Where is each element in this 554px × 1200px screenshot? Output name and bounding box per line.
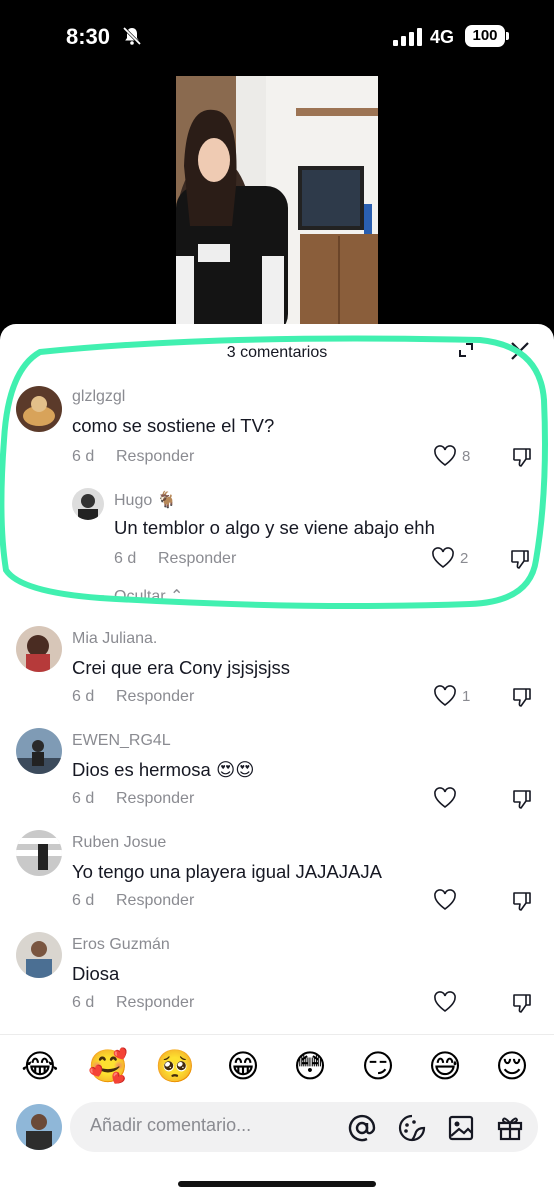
- emoji-button[interactable]: 😁: [223, 1046, 263, 1086]
- like-heart-icon[interactable]: [433, 787, 457, 809]
- comments-sheet: 3 comentarios glzlgzgl como se sostiene …: [0, 324, 554, 1200]
- reply-button[interactable]: Responder: [116, 994, 194, 1012]
- avatar[interactable]: [72, 488, 104, 520]
- comment-text: Un temblor o algo y se viene abajo ehh: [114, 517, 435, 538]
- chevron-up-icon: ⌃: [170, 588, 184, 605]
- emoji-button[interactable]: 😌: [492, 1046, 532, 1086]
- reply-button[interactable]: Responder: [116, 892, 194, 910]
- emoji-button[interactable]: 🥰: [88, 1046, 128, 1086]
- comment-input-box[interactable]: [70, 1102, 538, 1152]
- hide-replies-label: Ocultar: [114, 588, 166, 605]
- dislike-icon[interactable]: [511, 686, 533, 708]
- comment-age: 6 d: [72, 790, 95, 807]
- video-frame-image: [176, 76, 378, 336]
- avatar[interactable]: [16, 932, 62, 978]
- my-avatar[interactable]: [16, 1104, 62, 1150]
- hide-replies-button[interactable]: Ocultar ⌃: [114, 586, 183, 606]
- dislike-icon[interactable]: [511, 788, 533, 810]
- comment-age: 6 d: [72, 448, 95, 465]
- avatar[interactable]: [16, 626, 62, 672]
- avatar[interactable]: [16, 386, 62, 432]
- comment-text: Dios es hermosa 😍😍: [72, 759, 255, 780]
- comment-username[interactable]: EWEN_RG4L: [72, 732, 171, 750]
- comment-username[interactable]: glzlgzgl: [72, 388, 125, 406]
- comment-text: Diosa: [72, 963, 120, 984]
- emoji-button[interactable]: 😏: [358, 1046, 398, 1086]
- like-heart-icon[interactable]: [431, 547, 455, 569]
- comment-text: como se sostiene el TV?: [72, 415, 275, 436]
- bell-muted-icon: [122, 26, 142, 46]
- close-icon[interactable]: [509, 340, 531, 362]
- status-time: 8:30: [66, 24, 111, 49]
- like-count: 8: [462, 448, 471, 465]
- like-count: 1: [462, 688, 471, 705]
- emoji-button[interactable]: 😂: [20, 1046, 60, 1086]
- reply-button[interactable]: Responder: [116, 448, 194, 466]
- video-preview[interactable]: [176, 76, 378, 336]
- gift-icon[interactable]: [496, 1114, 524, 1142]
- dislike-icon[interactable]: [511, 446, 533, 468]
- like-heart-icon[interactable]: [433, 991, 457, 1013]
- comment-username[interactable]: Ruben Josue: [72, 834, 166, 852]
- comment-username[interactable]: Mia Juliana.: [72, 630, 157, 648]
- comment-username[interactable]: Hugo 🐐: [114, 490, 177, 510]
- emoji-button[interactable]: 😳: [290, 1046, 330, 1086]
- comment-age: 6 d: [72, 892, 95, 909]
- like-heart-icon[interactable]: [433, 445, 457, 467]
- comment-age: 6 d: [114, 550, 137, 567]
- like-heart-icon[interactable]: [433, 889, 457, 911]
- at-icon[interactable]: [348, 1114, 376, 1142]
- comment-text: Crei que era Cony jsjsjsjss: [72, 657, 290, 678]
- comment-age: 6 d: [72, 688, 95, 705]
- emoji-quick-bar: 😂 🥰 🥺 😁 😳 😏 😅 😌: [0, 1046, 554, 1092]
- composer-divider: [0, 1034, 554, 1035]
- avatar[interactable]: [16, 830, 62, 876]
- emoji-button[interactable]: 😅: [425, 1046, 465, 1086]
- network-type: 4G: [430, 27, 455, 47]
- comment-text: Yo tengo una playera igual JAJAJAJA: [72, 861, 382, 882]
- comment-age: 6 d: [72, 994, 95, 1011]
- signal-icon: [393, 28, 422, 46]
- thread-line: [72, 595, 104, 596]
- comment-input[interactable]: [90, 1115, 340, 1136]
- comment-composer: [0, 1102, 554, 1158]
- like-heart-icon[interactable]: [433, 685, 457, 707]
- home-indicator[interactable]: [178, 1181, 376, 1187]
- battery-level: 100: [465, 25, 509, 47]
- expand-icon[interactable]: [458, 342, 474, 358]
- comment-username[interactable]: Eros Guzmán: [72, 936, 170, 954]
- reply-button[interactable]: Responder: [116, 790, 194, 808]
- reply-button[interactable]: Responder: [116, 688, 194, 706]
- like-count: 2: [460, 550, 469, 567]
- reply-button[interactable]: Responder: [158, 550, 236, 568]
- dislike-icon[interactable]: [511, 992, 533, 1014]
- avatar[interactable]: [16, 728, 62, 774]
- dislike-icon[interactable]: [509, 548, 531, 570]
- status-bar: 8:30 4G 100: [0, 0, 554, 70]
- image-icon[interactable]: [447, 1114, 475, 1142]
- dislike-icon[interactable]: [511, 890, 533, 912]
- sticker-icon[interactable]: [398, 1114, 426, 1142]
- emoji-button[interactable]: 🥺: [155, 1046, 195, 1086]
